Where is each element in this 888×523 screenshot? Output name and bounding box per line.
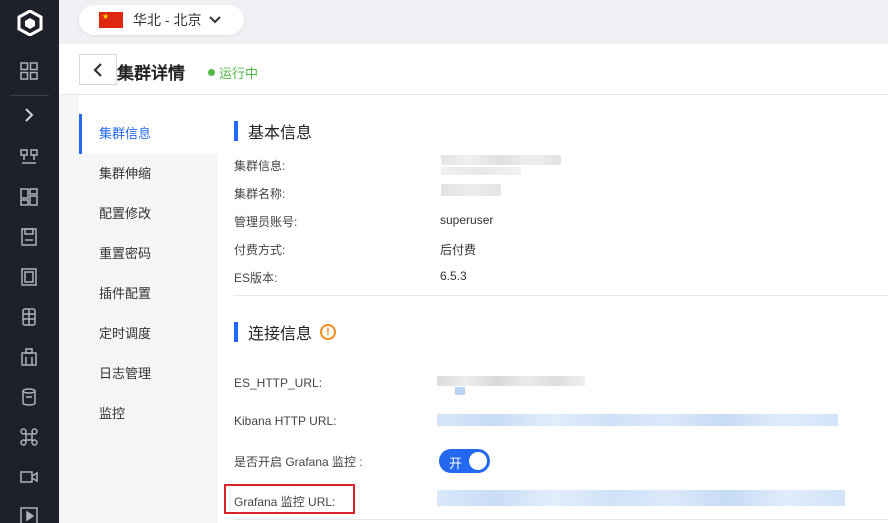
database-icon[interactable] [19,307,39,327]
cluster-nodes-icon[interactable] [19,147,39,167]
cluster-name-label: 集群名称: [234,187,286,201]
es-http-url-label: ES_HTTP_URL: [234,376,323,390]
cluster-info-value-redacted [441,155,561,165]
status-dot-icon [208,69,215,76]
logo-icon[interactable] [17,10,43,36]
es-version-label: ES版本: [234,271,278,285]
connection-info-title: 连接信息 [248,326,313,343]
grafana-enabled-label: 是否开启 Grafana 监控 : [234,455,363,469]
es-version-value: 6.5.3 [440,269,467,283]
detail-subnav: 集群信息 集群伸缩 配置修改 重置密码 插件配置 定时调度 日志管理 监控 [79,114,218,523]
connection-info-heading: 连接信息 ! [234,320,337,344]
billing-method-label: 付费方式: [234,243,286,257]
document-cylinder-icon[interactable] [19,387,39,407]
cluster-name-value-redacted [441,184,501,196]
dashboard-grid-icon[interactable] [19,61,39,81]
grafana-toggle[interactable]: 开 [439,449,490,473]
warning-info-icon[interactable]: ! [320,324,337,340]
region-selector[interactable]: ★ 华北 - 北京 [79,5,244,35]
subnav-item-cluster-info[interactable]: 集群信息 [79,114,218,154]
layout-panels-icon[interactable] [19,187,39,207]
china-flag-icon: ★ [99,12,123,28]
region-label: 华北 - 北京 [133,12,202,28]
status-text: 运行中 [219,66,259,81]
video-camera-icon[interactable] [19,467,39,487]
subnav-item-cluster-scaling[interactable]: 集群伸缩 [79,154,218,194]
section-accent-bar [234,121,238,141]
admin-account-label: 管理员账号: [234,215,298,229]
kibana-http-url-value-redacted [437,414,838,426]
subnav-item-log-management[interactable]: 日志管理 [79,354,218,394]
es-http-url-value-redacted [437,376,585,386]
cluster-info-value-redacted-2 [441,167,521,175]
es-http-url-value-redacted-2 [455,387,465,395]
back-button[interactable] [79,54,117,85]
subnav-item-monitoring[interactable]: 监控 [79,394,218,434]
building-icon[interactable] [19,347,39,367]
page-title: 集群详情 [117,64,185,83]
status-badge: 运行中 [208,63,258,82]
highlight-box [224,484,355,514]
left-icon-rail [0,0,59,523]
subnav-item-reset-password[interactable]: 重置密码 [79,234,218,274]
server-icon[interactable] [19,267,39,287]
toggle-knob [469,452,487,470]
section-accent-bar [234,322,238,342]
section-divider [234,295,888,296]
grafana-url-value-redacted [437,490,845,506]
storage-disk-icon[interactable] [19,227,39,247]
cluster-info-label: 集群信息: [234,159,286,173]
basic-info-heading: 基本信息 [234,119,312,143]
chevron-down-icon [209,16,222,24]
command-network-icon[interactable] [19,427,39,447]
kibana-http-url-label: Kibana HTTP URL: [234,414,337,428]
play-media-icon[interactable] [19,506,39,523]
subnav-item-scheduled-tasks[interactable]: 定时调度 [79,314,218,354]
subnav-item-config-modify[interactable]: 配置修改 [79,194,218,234]
rail-divider [10,95,49,96]
toggle-on-text: 开 [449,456,463,471]
billing-method-value: 后付费 [440,243,477,257]
subnav-item-plugin-config[interactable]: 插件配置 [79,274,218,314]
chevron-left-icon [93,62,102,77]
page-header: 集群详情 运行中 [59,44,888,95]
expand-chevron-icon[interactable] [19,105,39,125]
admin-account-value: superuser [440,213,494,227]
basic-info-title: 基本信息 [248,125,313,142]
top-bar: ★ 华北 - 北京 [59,0,888,44]
section-divider-bottom [234,519,888,520]
